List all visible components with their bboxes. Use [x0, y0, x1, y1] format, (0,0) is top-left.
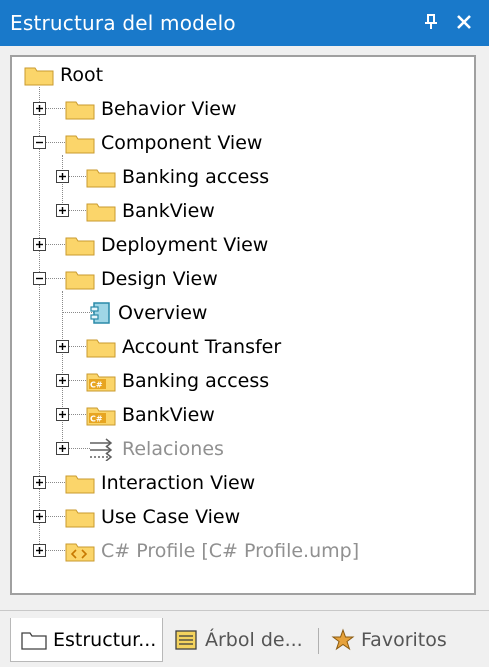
- expand-icon[interactable]: [33, 544, 46, 557]
- folder-icon: [65, 509, 95, 528]
- folder-icon: [86, 169, 116, 188]
- tree-node-label: Account Transfer: [122, 336, 282, 358]
- expand-icon[interactable]: [33, 102, 46, 115]
- close-icon[interactable]: [452, 10, 476, 34]
- tree-node-label: BankView: [122, 200, 215, 222]
- tree-node-label: Behavior View: [101, 98, 237, 120]
- tree-node-label: Deployment View: [101, 234, 269, 256]
- csharp-namespace-icon: C#: [86, 407, 116, 426]
- tree-node-label: Component View: [101, 132, 263, 154]
- tree-node-relaciones[interactable]: Relaciones: [88, 434, 224, 464]
- folder-outline-icon: [21, 631, 47, 650]
- tab-favorites[interactable]: Favoritos: [331, 618, 447, 662]
- diagram-tree-icon: [175, 630, 197, 650]
- expand-icon[interactable]: [56, 170, 69, 183]
- tab-label: Árbol de...: [205, 629, 303, 651]
- folder-icon: [86, 203, 116, 222]
- tree-node-use-case-view[interactable]: Use Case View: [65, 502, 240, 532]
- title-bar[interactable]: Estructura del modelo: [0, 0, 489, 46]
- tree-node-label: Relaciones: [122, 438, 224, 460]
- tree-node-bankview[interactable]: BankView: [86, 196, 215, 226]
- favorites-star-icon: [331, 628, 355, 651]
- tree-node-label: Overview: [118, 302, 208, 324]
- folder-icon: [65, 101, 95, 120]
- expand-icon[interactable]: [56, 408, 69, 421]
- tree-node-label: Root: [60, 64, 104, 86]
- tree-node-label: Use Case View: [101, 506, 241, 528]
- tree-connector: [62, 291, 63, 447]
- window-title: Estructura del modelo: [10, 11, 236, 35]
- folder-icon: [65, 475, 95, 494]
- tab-diagram-tree[interactable]: Árbol de...: [173, 618, 303, 662]
- expand-icon[interactable]: [56, 340, 69, 353]
- folder-icon: [65, 271, 95, 290]
- collapse-icon[interactable]: [33, 136, 46, 149]
- tree-node-banking-access[interactable]: Banking access: [86, 162, 269, 192]
- expand-icon[interactable]: [33, 476, 46, 489]
- tree-node-label: BankView: [122, 404, 215, 426]
- folder-icon: [86, 339, 116, 358]
- tree-node-label: C# Profile [C# Profile.ump]: [101, 540, 360, 562]
- svg-text:C#: C#: [90, 415, 103, 424]
- folder-icon: [65, 237, 95, 256]
- tree-node-design-view[interactable]: Design View: [65, 264, 218, 294]
- collapse-icon[interactable]: [33, 272, 46, 285]
- tab-label: Estructur...: [53, 628, 157, 651]
- model-tree-panel: Root Behavior View Component View Bankin…: [10, 55, 476, 595]
- tree-node-component-view[interactable]: Component View: [65, 128, 262, 158]
- tab-model-structure[interactable]: Estructur...: [10, 618, 163, 662]
- tree-node-csharp-bankview[interactable]: C# BankView: [86, 400, 215, 430]
- component-diagram-icon: [90, 302, 110, 324]
- pin-icon[interactable]: [419, 10, 443, 34]
- expand-icon[interactable]: [33, 510, 46, 523]
- tab-label: Favoritos: [361, 629, 447, 651]
- expand-icon[interactable]: [56, 204, 69, 217]
- tree-node-account-transfer[interactable]: Account Transfer: [86, 332, 281, 362]
- expand-icon[interactable]: [56, 374, 69, 387]
- tree-node-label: Banking access: [122, 166, 270, 188]
- tree-node-root[interactable]: Root: [24, 60, 103, 90]
- expand-icon[interactable]: [56, 442, 69, 455]
- relations-icon: [90, 438, 113, 461]
- tree-node-deployment-view[interactable]: Deployment View: [65, 230, 268, 260]
- tree-node-csharp-banking-access[interactable]: C# Banking access: [86, 366, 269, 396]
- tree-node-label: Interaction View: [101, 472, 256, 494]
- tree-node-behavior-view[interactable]: Behavior View: [65, 94, 237, 124]
- folder-icon: [24, 67, 54, 86]
- model-structure-window: Estructura del modelo Root Behavior View…: [0, 0, 489, 667]
- tree-node-csharp-profile[interactable]: C# Profile [C# Profile.ump]: [65, 536, 359, 566]
- folder-icon: [65, 135, 95, 154]
- expand-icon[interactable]: [33, 238, 46, 251]
- tree-node-interaction-view[interactable]: Interaction View: [65, 468, 255, 498]
- tree-node-label: Design View: [101, 268, 218, 290]
- csharp-namespace-icon: C#: [86, 373, 116, 392]
- profile-package-icon: [65, 543, 95, 562]
- model-tree: Root Behavior View Component View Bankin…: [12, 57, 474, 593]
- panel-tab-bar: Estructur... Árbol de... Favoritos: [0, 610, 489, 667]
- tab-separator: [318, 628, 319, 654]
- tree-node-label: Banking access: [122, 370, 270, 392]
- tree-node-overview[interactable]: Overview: [90, 298, 207, 328]
- svg-text:C#: C#: [90, 381, 103, 390]
